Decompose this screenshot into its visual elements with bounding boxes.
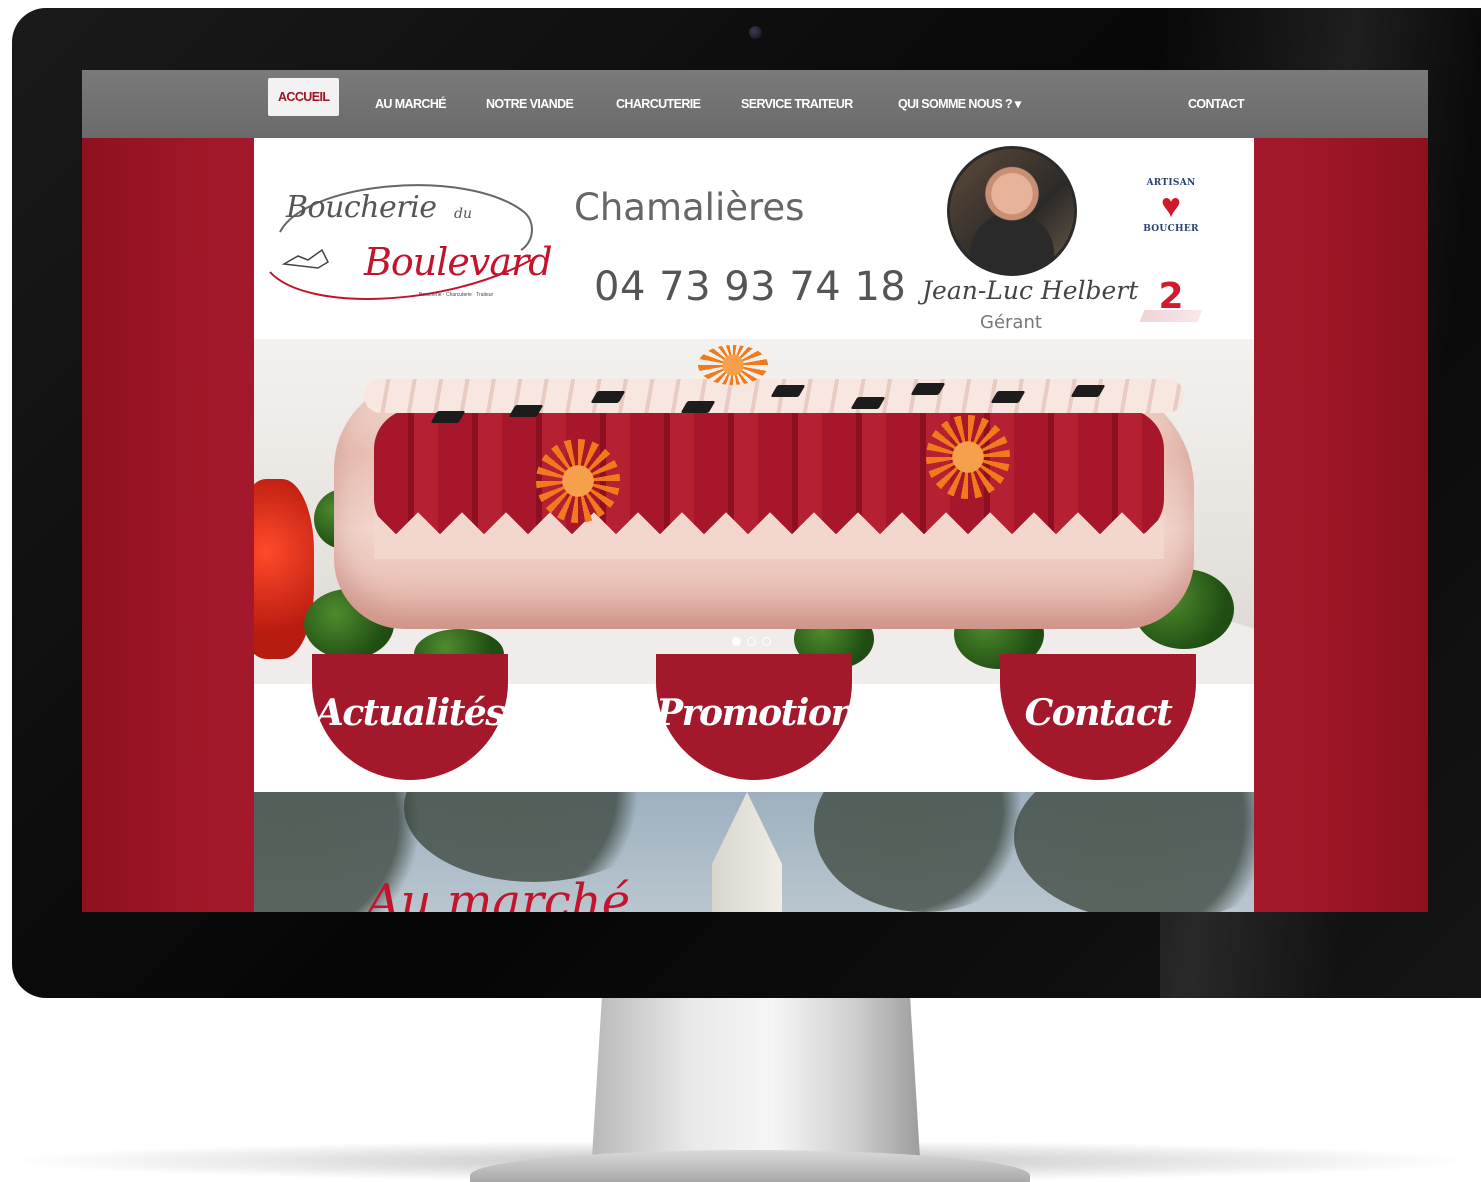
nav-notre-viande[interactable]: NOTRE VIANDE xyxy=(486,92,574,116)
manager-signature: Jean-Luc Helbert xyxy=(922,276,1139,305)
contact-label: Contact xyxy=(1024,692,1173,734)
nav-accueil[interactable]: ACCUEIL xyxy=(268,78,340,116)
promotions-button[interactable]: Promotions xyxy=(656,654,875,780)
tree-foliage xyxy=(1014,792,1254,912)
site-header: Boucherie du Boulevard Boucherie · Charc… xyxy=(254,138,1254,339)
section-title: Au marché xyxy=(366,874,631,912)
carrot-flower-garnish xyxy=(926,415,1010,499)
nav-qui-sommes-nous-dropdown[interactable]: QUI SOMME NOUS ? ▾ xyxy=(898,92,1021,116)
tree-foliage xyxy=(404,792,664,882)
city-name: Chamalières xyxy=(574,186,805,229)
logo-text-boulevard: Boulevard xyxy=(364,240,553,284)
nav-service-traiteur[interactable]: SERVICE TRAITEUR xyxy=(741,92,853,116)
slider-dot-1[interactable] xyxy=(732,637,741,646)
badge-bottom-text: BOUCHER xyxy=(1143,224,1199,234)
logo-text-boucherie: Boucherie xyxy=(286,190,437,225)
promotions-label: Promotions xyxy=(656,692,875,734)
heart-icon: ♥ xyxy=(1160,187,1182,225)
quick-links: Actualités Promotions Contact xyxy=(254,654,1254,792)
slider-dot-2[interactable] xyxy=(747,637,756,646)
manager-photo xyxy=(947,146,1077,276)
carrot-flower-garnish xyxy=(698,345,768,385)
top-navbar: ACCUEIL AU MARCHÉ NOTRE VIANDE CHARCUTER… xyxy=(82,70,1428,138)
hero-slider[interactable] xyxy=(254,339,1254,684)
site-logo[interactable]: Boucherie du Boulevard Boucherie · Charc… xyxy=(266,172,553,312)
artisan-boucher-badge: ARTISAN ♥ BOUCHER xyxy=(1140,178,1202,244)
tree-foliage xyxy=(814,792,1034,912)
contact-button[interactable]: Contact xyxy=(1000,654,1196,780)
content-column: Boucherie du Boulevard Boucherie · Charc… xyxy=(254,138,1254,912)
website-screen: ACCUEIL AU MARCHÉ NOTRE VIANDE CHARCUTER… xyxy=(82,70,1428,912)
webcam-icon xyxy=(749,26,762,39)
phone-number[interactable]: 04 73 93 74 18 xyxy=(594,264,906,310)
logo-tagline: Boucherie · Charcuterie · Traiteur xyxy=(419,292,494,298)
manager-title: Gérant xyxy=(980,312,1042,333)
actualites-button[interactable]: Actualités xyxy=(312,654,508,780)
monitor-stand xyxy=(592,998,920,1158)
slider-dot-3[interactable] xyxy=(762,637,771,646)
nav-charcuterie[interactable]: CHARCUTERIE xyxy=(616,92,701,116)
logo-text-du: du xyxy=(454,206,472,222)
fat-trim xyxy=(374,509,1164,559)
nav-au-marche[interactable]: AU MARCHÉ xyxy=(375,92,447,116)
au-marche-section: Au marché xyxy=(254,792,1254,912)
slider-pagination xyxy=(732,637,771,646)
nav-contact[interactable]: CONTACT xyxy=(1188,92,1245,116)
carrot-flower-garnish xyxy=(536,439,620,523)
actualites-label: Actualités xyxy=(315,692,506,734)
quality-badge: 2 xyxy=(1136,274,1206,324)
church-steeple xyxy=(712,792,782,912)
